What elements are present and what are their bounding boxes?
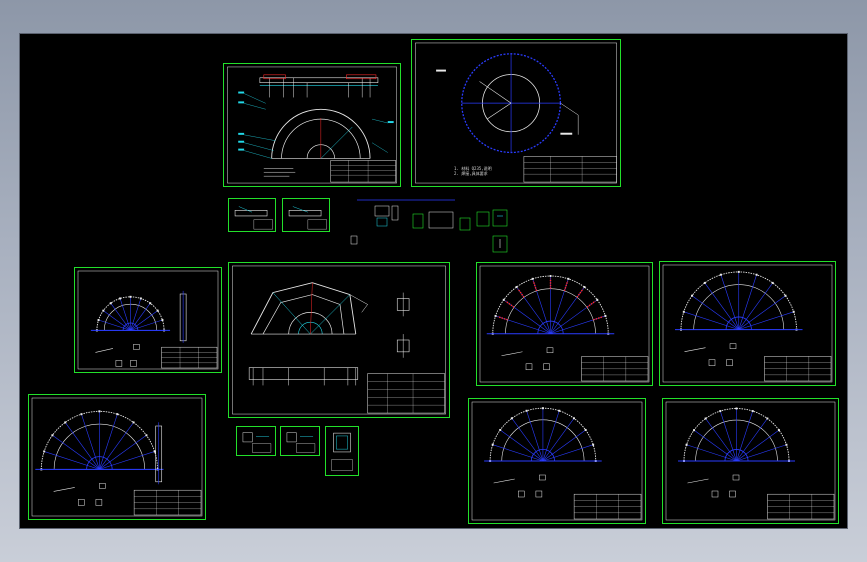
sheet-mid-right-red-arch[interactable] [476, 262, 653, 386]
detail-block-3-drawing [242, 432, 272, 453]
sheet-bottom-right-arch-1[interactable] [468, 398, 646, 524]
detail-block-4-drawing [286, 432, 316, 453]
sheet-top-right-circle[interactable]: 1. 材料 Q235,说明 2. 焊接,具体要求 [411, 39, 621, 187]
polygon-plan-drawing [232, 265, 446, 415]
sheet-top-left-plan[interactable] [223, 63, 401, 187]
sheet-bottom-left-arch-drawing [31, 397, 203, 517]
sheet-mid-right-red-arch-drawing [479, 265, 650, 383]
sheet-mid-left-small-arch-drawing [77, 270, 219, 370]
detail-block-2-drawing [288, 206, 327, 230]
detail-block-1-drawing [234, 206, 273, 230]
circle-note-2: 2. 焊接,具体要求 [454, 171, 488, 176]
sheet-bottom-right-arch-1-drawing [471, 401, 643, 521]
detail-block-1[interactable] [228, 198, 276, 232]
sheet-center-polygon[interactable] [228, 262, 450, 418]
sheet-bottom-left-arch[interactable] [28, 394, 206, 520]
detail-block-3[interactable] [236, 426, 276, 456]
cad-drawing-canvas[interactable]: 1. 材料 Q235,说明 2. 焊接,具体要求 [20, 34, 847, 528]
sheet-bottom-right-arch-2-drawing [665, 401, 836, 521]
detail-cluster [350, 199, 508, 253]
sheet-mid-far-right-arch[interactable] [659, 261, 836, 386]
detail-block-2[interactable] [282, 198, 330, 232]
arch-plan-drawing [227, 66, 397, 184]
circle-plan-drawing [415, 42, 617, 184]
detail-block-4[interactable] [280, 426, 320, 456]
detail-block-5-drawing [331, 432, 353, 471]
sheet-mid-far-right-arch-drawing [662, 264, 833, 383]
sheet-bottom-right-arch-2[interactable] [662, 398, 839, 524]
detail-block-5[interactable] [325, 426, 359, 476]
sheet-mid-left-small-arch[interactable] [74, 267, 222, 373]
